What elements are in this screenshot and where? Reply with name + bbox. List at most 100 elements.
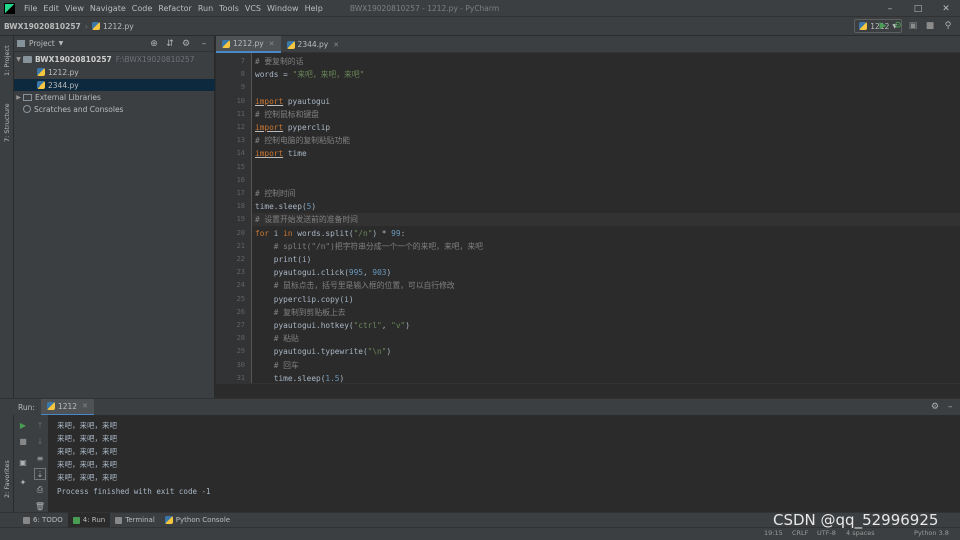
code-line[interactable]: pyautogui.typewrite("\n") xyxy=(255,345,391,358)
code-line[interactable]: import pyperclip xyxy=(255,121,330,134)
terminal-tool-tab[interactable]: Terminal xyxy=(110,513,160,528)
line-number: 17 xyxy=(236,189,245,197)
code-editor[interactable]: 7 8 9 10 11 12 13 14 15 16 17 18 19 20 21 22 23 24 25 26 27 2… xyxy=(216,53,960,383)
python-interpreter[interactable]: Python 3.8 xyxy=(914,529,949,537)
tree-file-2344[interactable]: 2344.py xyxy=(14,79,215,91)
python-console-icon xyxy=(164,516,173,524)
scroll-down-icon[interactable]: ↓ xyxy=(34,435,46,447)
code-line[interactable]: # 控制鼠标和键盘 xyxy=(255,108,319,121)
code-token: pyautogui.hotkey( xyxy=(255,321,354,330)
menu-run[interactable]: Run xyxy=(195,4,216,13)
watermark: CSDN @qq_52996925 xyxy=(773,511,939,529)
tree-file-label: 2344.py xyxy=(48,80,79,90)
menu-window[interactable]: Window xyxy=(264,4,302,13)
run-tab-1212[interactable]: 1212 ✕ xyxy=(40,398,94,416)
menu-edit[interactable]: Edit xyxy=(40,4,62,13)
scroll-to-end-icon[interactable]: ⇣ xyxy=(34,468,46,480)
file-encoding[interactable]: UTF-8 xyxy=(817,529,836,537)
todo-tool-tab[interactable]: 6: TODO xyxy=(18,513,68,528)
minimize-icon[interactable]: – xyxy=(876,0,904,17)
close-window-icon[interactable]: ✕ xyxy=(932,0,960,17)
debug-icon[interactable]: ⚙ xyxy=(892,20,904,32)
chevron-down-icon[interactable]: ▼ xyxy=(59,40,64,47)
maximize-icon[interactable]: □ xyxy=(904,0,932,17)
code-line[interactable]: time.sleep(1.5) xyxy=(255,372,344,383)
stop-icon[interactable]: ■ xyxy=(924,20,936,32)
code-token: ) xyxy=(339,373,345,383)
collapse-all-icon[interactable]: ⇵ xyxy=(164,38,176,50)
editor-tab-1212[interactable]: 1212.py ✕ xyxy=(216,36,281,53)
code-line[interactable]: pyautogui.hotkey("ctrl", "v") xyxy=(255,319,410,332)
menu-view[interactable]: View xyxy=(62,4,87,13)
run-console[interactable]: 来吧，来吧，来吧 来吧，来吧，来吧 来吧，来吧，来吧 来吧，来吧，来吧 来吧，来… xyxy=(48,415,960,512)
stop-icon[interactable]: ■ xyxy=(17,435,29,447)
search-icon[interactable]: ⚲ xyxy=(942,20,954,32)
menu-vcs[interactable]: VCS xyxy=(242,4,264,13)
code-line[interactable]: pyperclip.copy(i) xyxy=(255,293,354,306)
code-line[interactable]: # 回车 xyxy=(255,359,299,372)
menu-help[interactable]: Help xyxy=(302,4,326,13)
code-line[interactable]: import pyautogui xyxy=(255,95,330,108)
restore-layout-icon[interactable]: ▣ xyxy=(17,456,29,468)
menu-tools[interactable]: Tools xyxy=(216,4,242,13)
rerun-icon[interactable]: ▶ xyxy=(17,419,29,431)
menu-navigate[interactable]: Navigate xyxy=(87,4,129,13)
caret-position[interactable]: 19:15 xyxy=(764,529,783,537)
close-tab-icon[interactable]: ✕ xyxy=(269,40,275,48)
tree-external-libraries[interactable]: ▶ External Libraries xyxy=(14,91,215,103)
expand-arrow-icon[interactable]: ▶ xyxy=(14,94,23,101)
code-line[interactable]: # 粘贴 xyxy=(255,332,299,345)
gear-icon[interactable]: ⚙ xyxy=(931,402,939,412)
terminal-tool-tab-label: Terminal xyxy=(125,516,155,524)
code-token: "\n" xyxy=(367,347,387,357)
delete-icon[interactable]: 🗑 xyxy=(34,500,46,512)
code-line[interactable]: print(i) xyxy=(255,253,312,266)
hide-panel-icon[interactable]: – xyxy=(198,38,210,50)
expand-arrow-icon[interactable]: ▼ xyxy=(14,56,23,63)
tree-scratches[interactable]: Scratches and Consoles xyxy=(14,103,215,115)
python-console-tool-tab[interactable]: Python Console xyxy=(160,513,235,528)
editor-tab-2344[interactable]: 2344.py ✕ xyxy=(281,36,346,53)
code-line[interactable]: # 复制到剪贴板上去 xyxy=(255,306,346,319)
scroll-up-icon[interactable]: ↑ xyxy=(34,419,46,431)
coverage-icon[interactable]: ▣ xyxy=(907,20,919,32)
line-number: 7 xyxy=(240,57,245,65)
code-token: ) xyxy=(405,321,410,330)
indent-setting[interactable]: 4 spaces xyxy=(846,529,875,537)
project-tool-button[interactable]: 1: Project xyxy=(3,45,11,76)
pin-tab-icon[interactable]: ✦ xyxy=(17,476,29,488)
code-line[interactable]: import time xyxy=(255,147,307,160)
code-line[interactable]: # 控制电脑的复制粘贴功能 xyxy=(255,134,350,147)
code-line[interactable]: for i in words.split("/n") * 99: xyxy=(255,227,405,240)
menu-file[interactable]: File xyxy=(21,4,40,13)
close-tab-icon[interactable]: ✕ xyxy=(333,41,339,49)
structure-tool-button[interactable]: 7: Structure xyxy=(3,103,11,142)
code-line[interactable]: # 要复制的话 xyxy=(255,55,303,68)
run-icon[interactable]: ▶ xyxy=(877,20,889,32)
print-icon[interactable]: ⎙ xyxy=(34,484,46,496)
hide-panel-icon[interactable]: – xyxy=(948,402,953,412)
code-token: 903 xyxy=(372,268,387,278)
code-line[interactable]: # 设置开始发送前的准备时间 xyxy=(252,213,960,227)
breadcrumb-project[interactable]: BWX19020810257 xyxy=(0,22,85,31)
run-panel-label: Run: xyxy=(18,402,35,412)
tree-root-folder[interactable]: ▼ BWX19020810257 F:\BWX19020810257 xyxy=(14,53,215,65)
run-tool-tab[interactable]: 4: Run xyxy=(67,512,111,528)
code-line[interactable]: words = "来吧，来吧，来吧" xyxy=(255,68,364,81)
line-separator[interactable]: CRLF xyxy=(792,529,808,537)
code-line[interactable]: # 鼠标点击，括号里是输入框的位置，可以自行修改 xyxy=(255,279,455,292)
code-line[interactable]: # 控制时间 xyxy=(255,187,296,200)
menu-refactor[interactable]: Refactor xyxy=(155,4,195,13)
project-panel-title[interactable]: Project xyxy=(29,39,55,48)
close-tab-icon[interactable]: ✕ xyxy=(82,402,88,410)
favorites-tool-button[interactable]: 2: Favorites xyxy=(3,460,11,498)
breadcrumb-file[interactable]: 1212.py xyxy=(88,22,138,31)
code-line[interactable]: time.sleep(5) xyxy=(255,200,316,213)
locate-icon[interactable]: ⊕ xyxy=(148,38,160,50)
code-line[interactable]: # split("/n")把字符串分成一个一个的来吧，来吧，来吧 xyxy=(255,240,483,253)
menu-code[interactable]: Code xyxy=(129,4,155,13)
tree-file-1212[interactable]: 1212.py xyxy=(14,66,215,78)
code-line[interactable]: pyautogui.click(995, 903) xyxy=(255,266,391,279)
soft-wrap-icon[interactable]: ≡ xyxy=(34,452,46,464)
gear-icon[interactable]: ⚙ xyxy=(180,38,192,50)
